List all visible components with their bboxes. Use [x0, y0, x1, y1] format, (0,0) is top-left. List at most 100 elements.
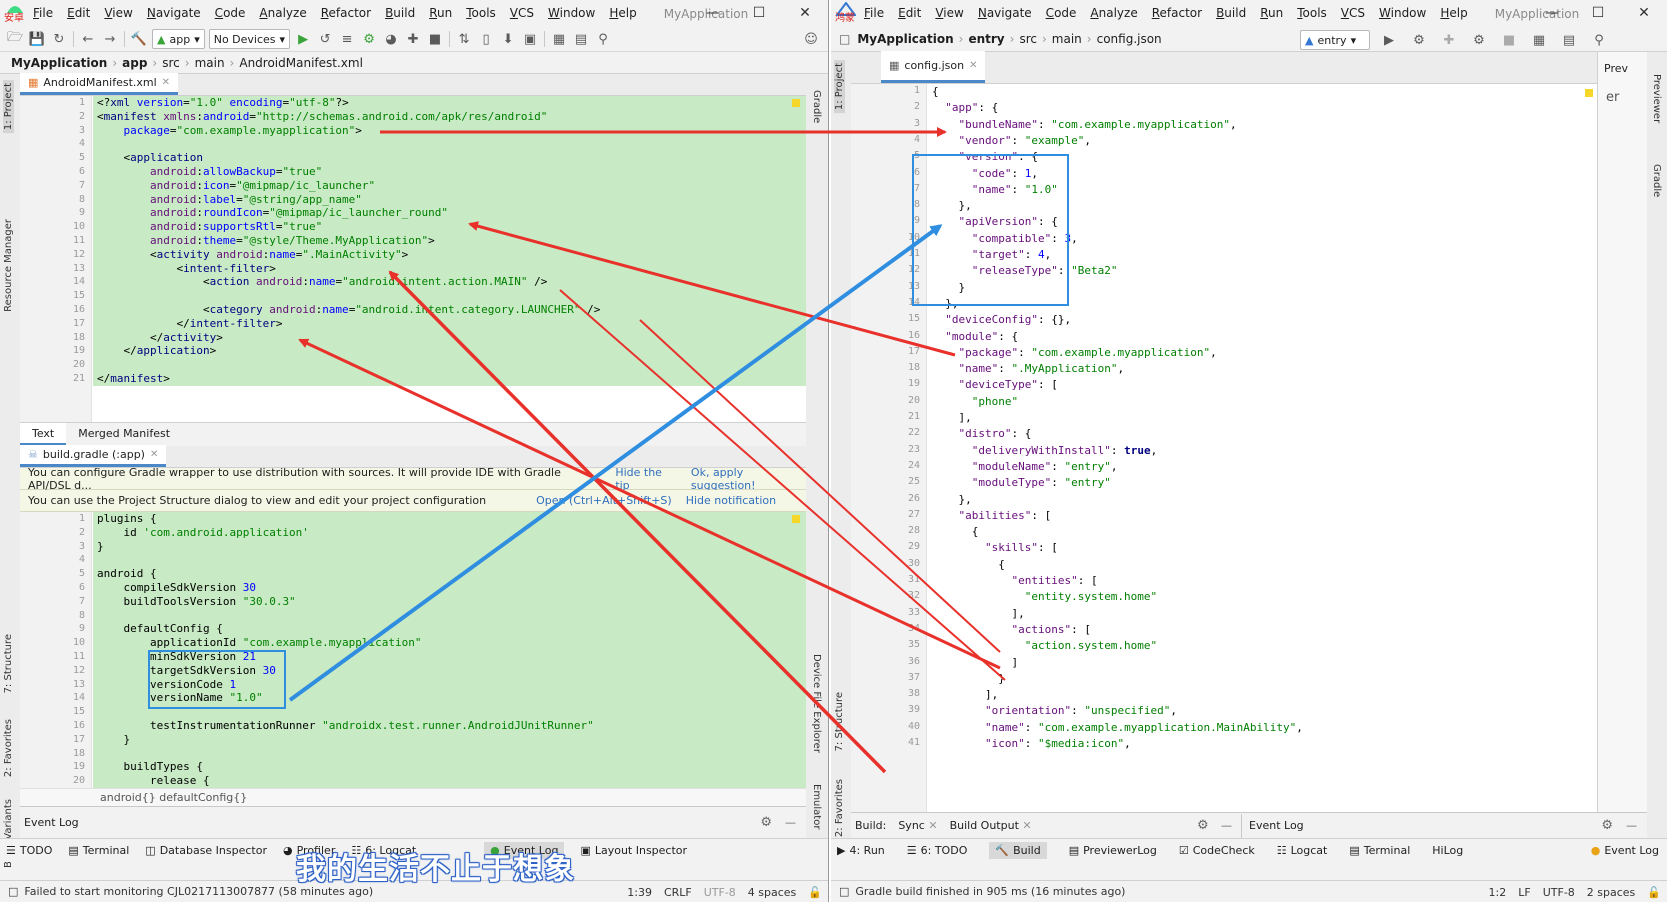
lock-icon[interactable]: 🔓 [808, 886, 822, 899]
breadcrumb-project[interactable]: MyApplication [8, 56, 110, 70]
menu-vcs[interactable]: VCS [1334, 0, 1372, 27]
breadcrumb-project[interactable]: MyApplication [854, 32, 956, 46]
tab-layout-inspector[interactable]: ▣ Layout Inspector [580, 844, 687, 857]
breadcrumb-src[interactable]: src [159, 56, 183, 70]
code-line[interactable] [93, 358, 806, 372]
back-icon[interactable]: ← [77, 28, 99, 50]
breadcrumb-module[interactable]: entry [965, 32, 1007, 46]
code-line[interactable]: "module": { [928, 329, 1597, 345]
code-line[interactable] [93, 608, 806, 623]
open-folder-icon[interactable]: 🗁 [4, 28, 26, 50]
code-line[interactable]: "name": ".MyApplication", [928, 361, 1597, 377]
code-line[interactable]: "abilities": [ [928, 508, 1597, 524]
tab-previewer-log[interactable]: ▤ PreviewerLog [1069, 844, 1157, 857]
run-config-select[interactable]: ▲ entry ▾ [1300, 30, 1370, 50]
code-line[interactable]: android:theme="@style/Theme.MyApplicatio… [93, 234, 806, 248]
lock-icon[interactable]: 🔓 [1647, 886, 1661, 899]
menu-help[interactable]: Help [602, 0, 643, 27]
menu-tools[interactable]: Tools [459, 0, 503, 27]
tab-database-inspector[interactable]: ◫ Database Inspector [145, 844, 267, 857]
menu-view[interactable]: View [97, 0, 139, 27]
breadcrumb-main[interactable]: main [192, 56, 228, 70]
tab-favorites[interactable]: 2: Favorites [834, 779, 845, 837]
code-line[interactable]: "deviceType": [ [928, 377, 1597, 393]
caret-position[interactable]: 1:39 [627, 886, 652, 899]
code-line[interactable]: "entity.system.home" [928, 589, 1597, 605]
minimize-panel-icon[interactable]: — [1626, 819, 1637, 832]
open-project-structure-link[interactable]: Open (Ctrl+Alt+Shift+S) [536, 494, 672, 507]
tab-todo[interactable]: ☰ 6: TODO [907, 844, 968, 857]
code-line[interactable]: "package": "com.example.myapplication", [928, 345, 1597, 361]
close-tab-icon[interactable]: ✕ [150, 449, 158, 460]
profile-icon[interactable]: ◕ [380, 28, 402, 50]
menu-code[interactable]: Code [1039, 0, 1084, 27]
code-line[interactable]: "deviceConfig": {}, [928, 312, 1597, 328]
apply-suggestion-link[interactable]: Ok, apply suggestion! [691, 466, 806, 492]
code-line[interactable]: } [928, 280, 1597, 296]
line-separator[interactable]: LF [1518, 886, 1530, 899]
code-line[interactable]: "name": "1.0" [928, 182, 1597, 198]
code-line[interactable]: ], [928, 606, 1597, 622]
tab-structure[interactable]: 7: Structure [3, 634, 14, 693]
menu-vcs[interactable]: VCS [503, 0, 541, 27]
code-line[interactable]: ] [928, 655, 1597, 671]
hide-tip-link[interactable]: Hide the tip [615, 466, 677, 492]
inspection-marker[interactable] [1585, 89, 1593, 97]
code-line[interactable]: "bundleName": "com.example.myapplication… [928, 117, 1597, 133]
breadcrumb-file[interactable]: config.json [1094, 32, 1165, 46]
code-line[interactable]: android:label="@string/app_name" [93, 192, 806, 207]
code-line[interactable]: buildTypes { [93, 760, 806, 775]
rerun-icon[interactable]: ↺ [314, 28, 336, 50]
close-tab-icon[interactable]: ✕ [162, 77, 170, 88]
manifest-code[interactable]: <?xml version="1.0" encoding="utf-8"?> <m… [93, 96, 806, 422]
code-line[interactable]: </intent-filter> [93, 316, 806, 331]
tab-favorites[interactable]: 2: Favorites [3, 719, 14, 777]
code-line[interactable] [93, 746, 806, 761]
subtab-text[interactable]: Text [20, 422, 67, 445]
search-icon[interactable]: ⚲ [1588, 29, 1610, 51]
caret-position[interactable]: 1:2 [1489, 886, 1507, 899]
menu-refactor[interactable]: Refactor [1145, 0, 1209, 27]
attach-debugger-icon[interactable]: ✚ [402, 28, 424, 50]
code-line[interactable]: buildToolsVersion "30.0.3" [93, 594, 806, 609]
code-line[interactable]: "compatible": 3, [928, 231, 1597, 247]
code-line[interactable]: "moduleName": "entry", [928, 459, 1597, 475]
code-line[interactable]: "action.system.home" [928, 638, 1597, 654]
code-line[interactable]: <category android:name="android.intent.c… [93, 303, 806, 317]
tab-logcat[interactable]: ☷ Logcat [1277, 844, 1328, 857]
file-encoding[interactable]: UTF-8 [1543, 886, 1575, 899]
tab-sync[interactable]: Sync ✕ [898, 819, 937, 832]
breadcrumb-file[interactable]: AndroidManifest.xml [236, 56, 366, 70]
menu-run[interactable]: Run [422, 0, 459, 27]
tab-build[interactable]: 🔨 Build [989, 842, 1047, 859]
manifest-editor[interactable]: 1 2 3 4 5 6 7 8 9 10 11 12 13 14 15 16 17 18 19 20 21 <?xml … [20, 96, 806, 422]
device-manager-icon[interactable]: ▤ [1558, 29, 1580, 51]
code-line[interactable]: "vendor": "example", [928, 133, 1597, 149]
attach-debugger-icon[interactable]: ✚ [1438, 29, 1460, 51]
indent-setting[interactable]: 4 spaces [748, 886, 797, 899]
code-line[interactable]: ], [928, 687, 1597, 703]
breadcrumb-src[interactable]: src [1016, 32, 1040, 46]
debug-icon[interactable]: ⚙ [358, 28, 380, 50]
subtab-merged-manifest[interactable]: Merged Manifest [66, 427, 182, 440]
minimize-panel-icon[interactable]: — [785, 816, 796, 829]
tab-codecheck[interactable]: ☑ CodeCheck [1179, 844, 1255, 857]
status-message[interactable]: Gradle build finished in 905 ms (16 minu… [855, 885, 1125, 898]
code-line[interactable]: } [93, 732, 806, 747]
config-editor[interactable]: 1 2 3 4 5 6 7 8 9 10 11 12 13 14 15 16 17 18 19 20 21 22 23 24 2… [851, 84, 1597, 812]
code-line[interactable]: id 'com.android.application' [93, 525, 806, 540]
tab-gradle[interactable]: Gradle [811, 90, 822, 123]
maximize-icon[interactable]: ☐ [736, 0, 782, 27]
menu-view[interactable]: View [928, 0, 970, 27]
sdk-manager-icon[interactable]: ⬇ [497, 28, 519, 50]
gradle-sync-icon[interactable]: ⇅ [453, 28, 475, 50]
code-line[interactable]: "deliveryWithInstall": true, [928, 443, 1597, 459]
code-line[interactable]: "orientation": "unspecified", [928, 703, 1597, 719]
gradle-editor[interactable]: 1 2 3 4 5 6 7 8 9 10 11 12 13 14 15 16 17 18 19 20 plugins … [20, 512, 806, 788]
code-line[interactable]: targetSdkVersion 30 [93, 663, 806, 678]
run-icon[interactable]: ▶ [292, 28, 314, 50]
menu-edit[interactable]: Edit [891, 0, 928, 27]
stop-icon[interactable]: ■ [424, 28, 446, 50]
tab-gradle[interactable]: Gradle [1651, 164, 1662, 197]
code-line[interactable] [93, 289, 806, 303]
